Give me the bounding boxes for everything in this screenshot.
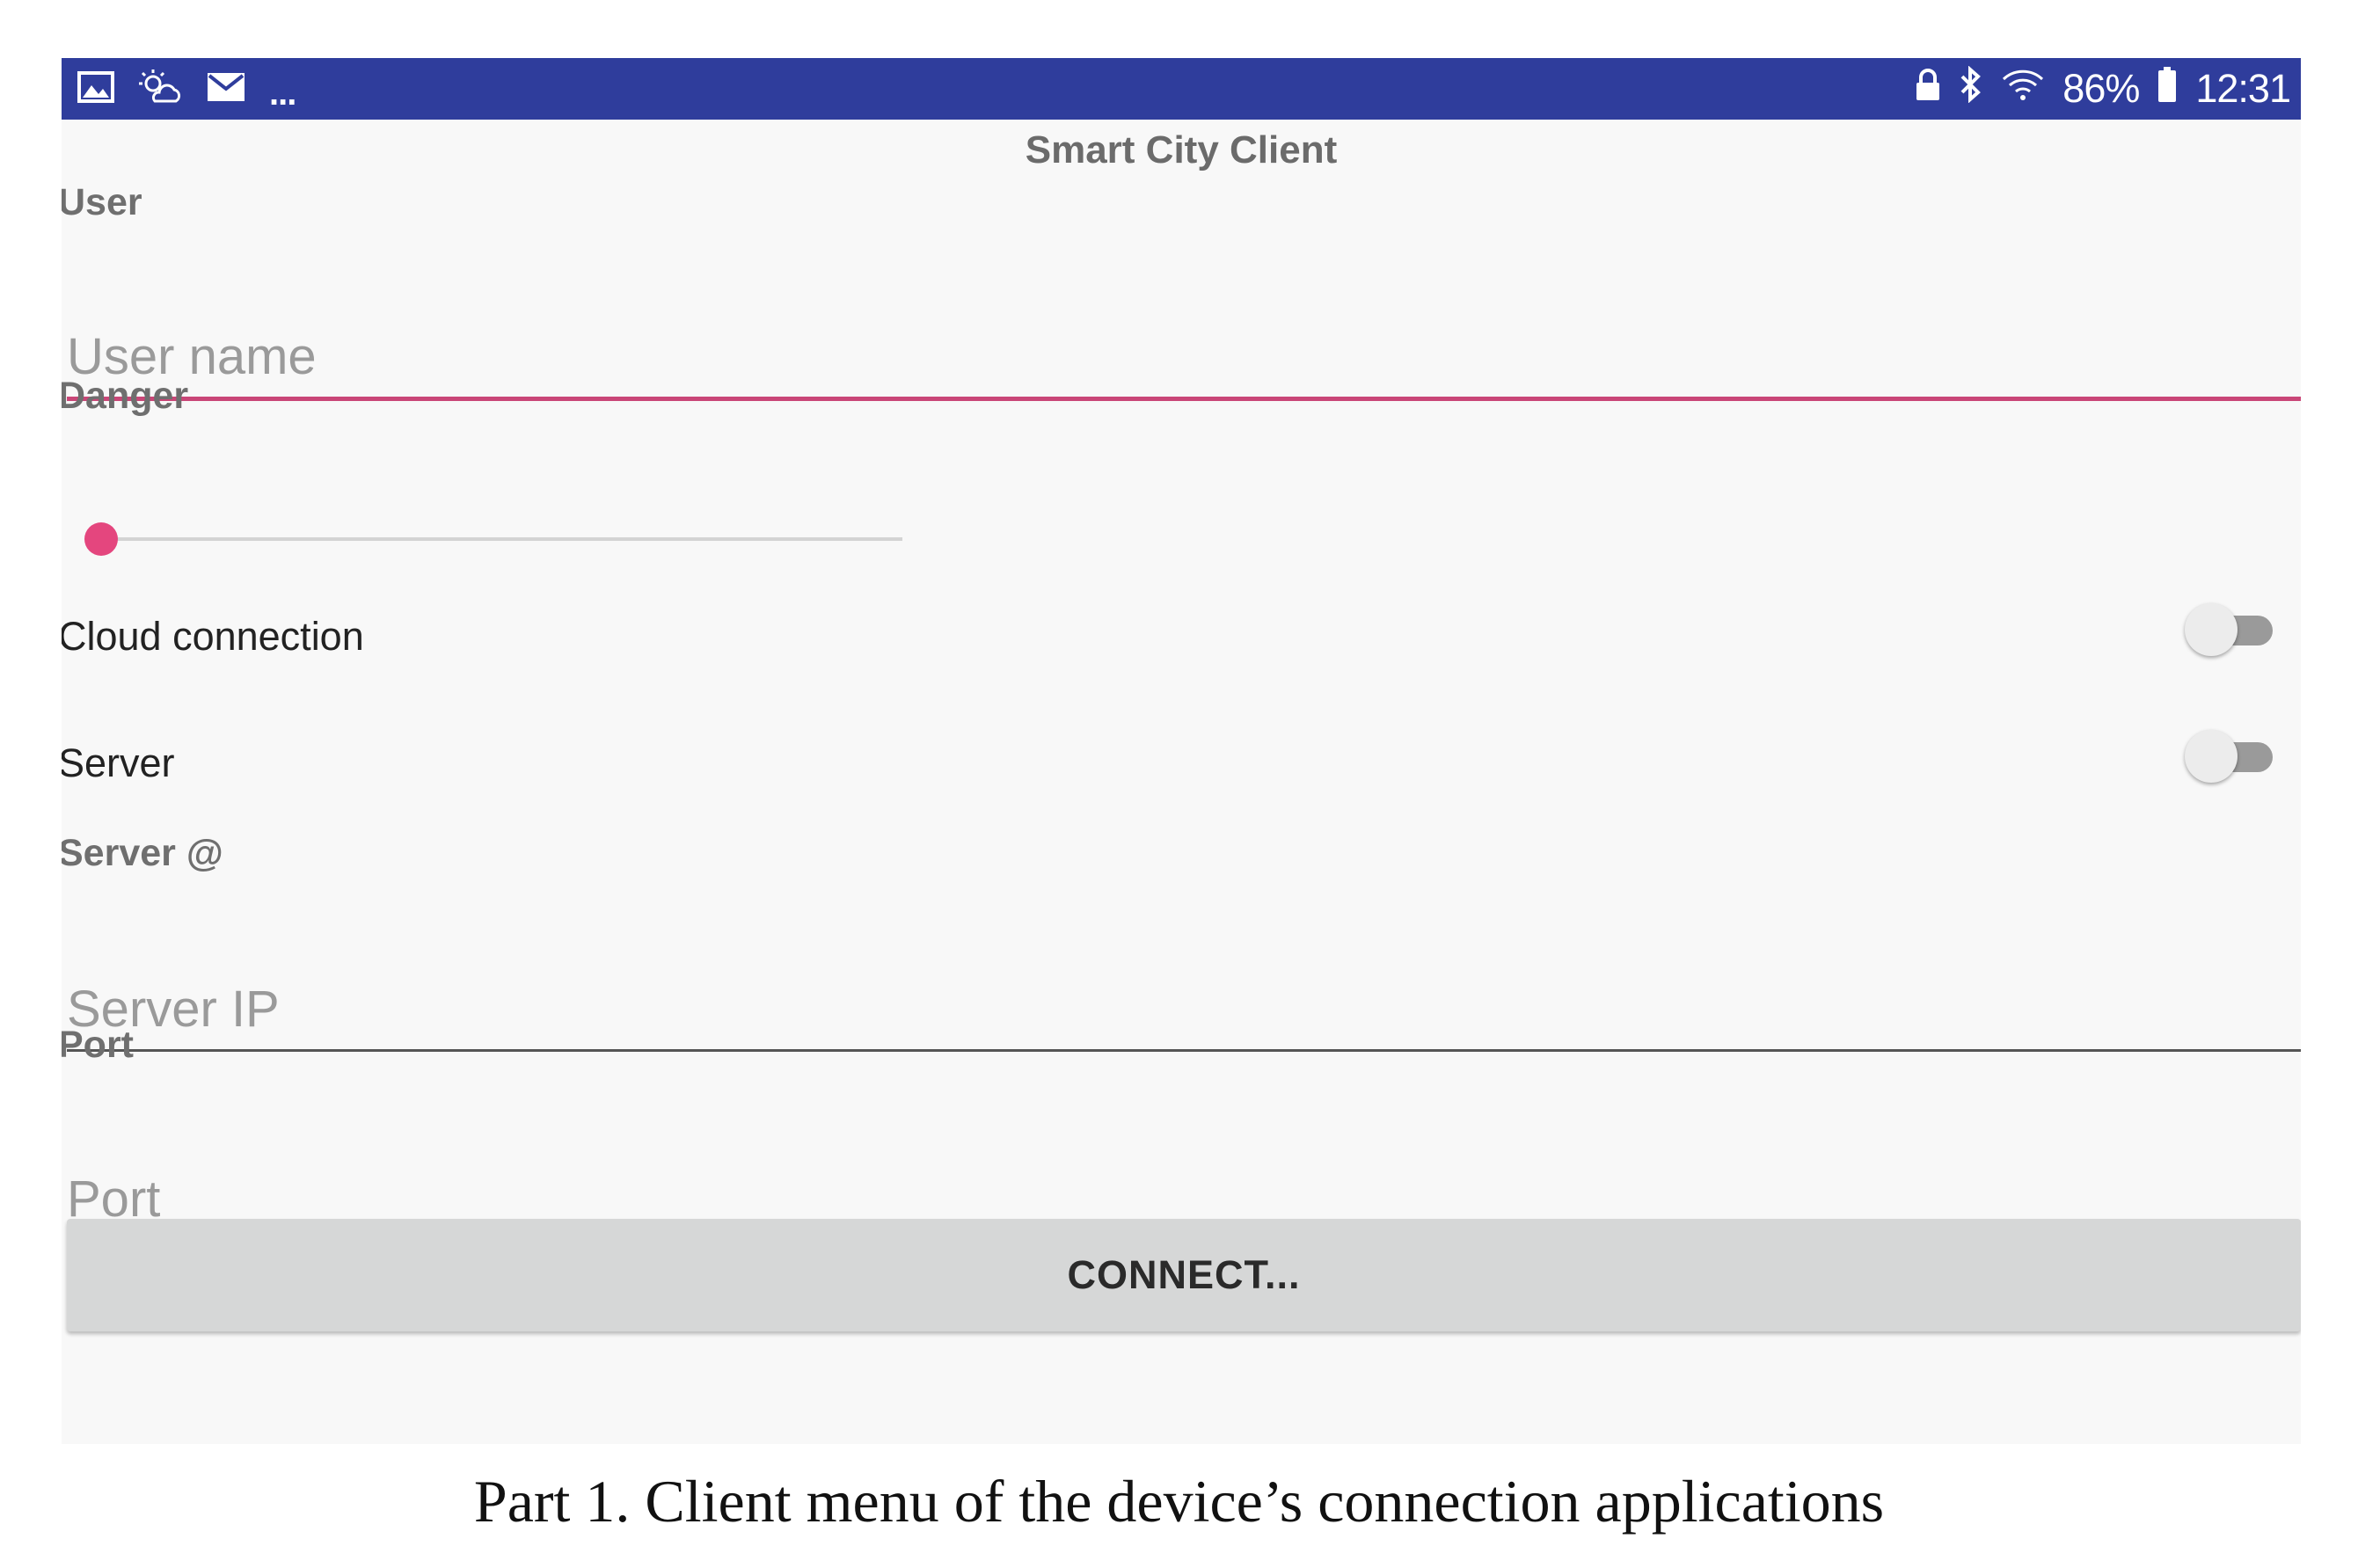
lock-icon <box>1915 66 1941 112</box>
server-ip-field[interactable] <box>67 955 2301 1052</box>
more-notifications: ... <box>269 73 296 113</box>
cloud-connection-label: Cloud connection <box>62 614 364 659</box>
user-name-field[interactable] <box>67 304 2301 401</box>
battery-icon <box>2157 66 2178 113</box>
battery-percent: 86% <box>2062 66 2140 111</box>
danger-slider[interactable] <box>84 517 920 561</box>
mail-icon <box>206 71 246 107</box>
notification-icons: ... <box>77 65 296 113</box>
app-screen: ... 86% 12:31 Smart City Client User Dan… <box>62 58 2301 1444</box>
weather-icon <box>137 68 183 111</box>
user-name-input[interactable] <box>67 327 2301 386</box>
app-title: Smart City Client <box>1025 128 1338 171</box>
system-icons: 86% 12:31 <box>1915 63 2291 114</box>
switch-thumb <box>2185 730 2238 783</box>
port-label: Port <box>62 1024 134 1066</box>
danger-slider-thumb[interactable] <box>84 522 118 556</box>
status-bar: ... 86% 12:31 <box>62 58 2301 120</box>
server-ip-input[interactable] <box>67 980 2301 1039</box>
danger-label: Danger <box>62 375 189 417</box>
switch-thumb <box>2185 603 2238 656</box>
cloud-connection-switch[interactable] <box>2185 603 2281 656</box>
server-label: Server <box>62 740 175 785</box>
bluetooth-icon <box>1959 65 1983 113</box>
clock: 12:31 <box>2195 66 2291 111</box>
user-label: User <box>62 181 142 223</box>
server-switch[interactable] <box>2185 730 2281 783</box>
danger-slider-track <box>102 537 902 541</box>
figure-caption: Part 1. Client menu of the device’s conn… <box>473 1468 1885 1535</box>
server-address-label: Server @ <box>62 832 223 874</box>
gallery-icon <box>77 70 114 107</box>
wifi-icon <box>2001 66 2045 112</box>
connect-button[interactable]: CONNECT... <box>67 1219 2301 1331</box>
